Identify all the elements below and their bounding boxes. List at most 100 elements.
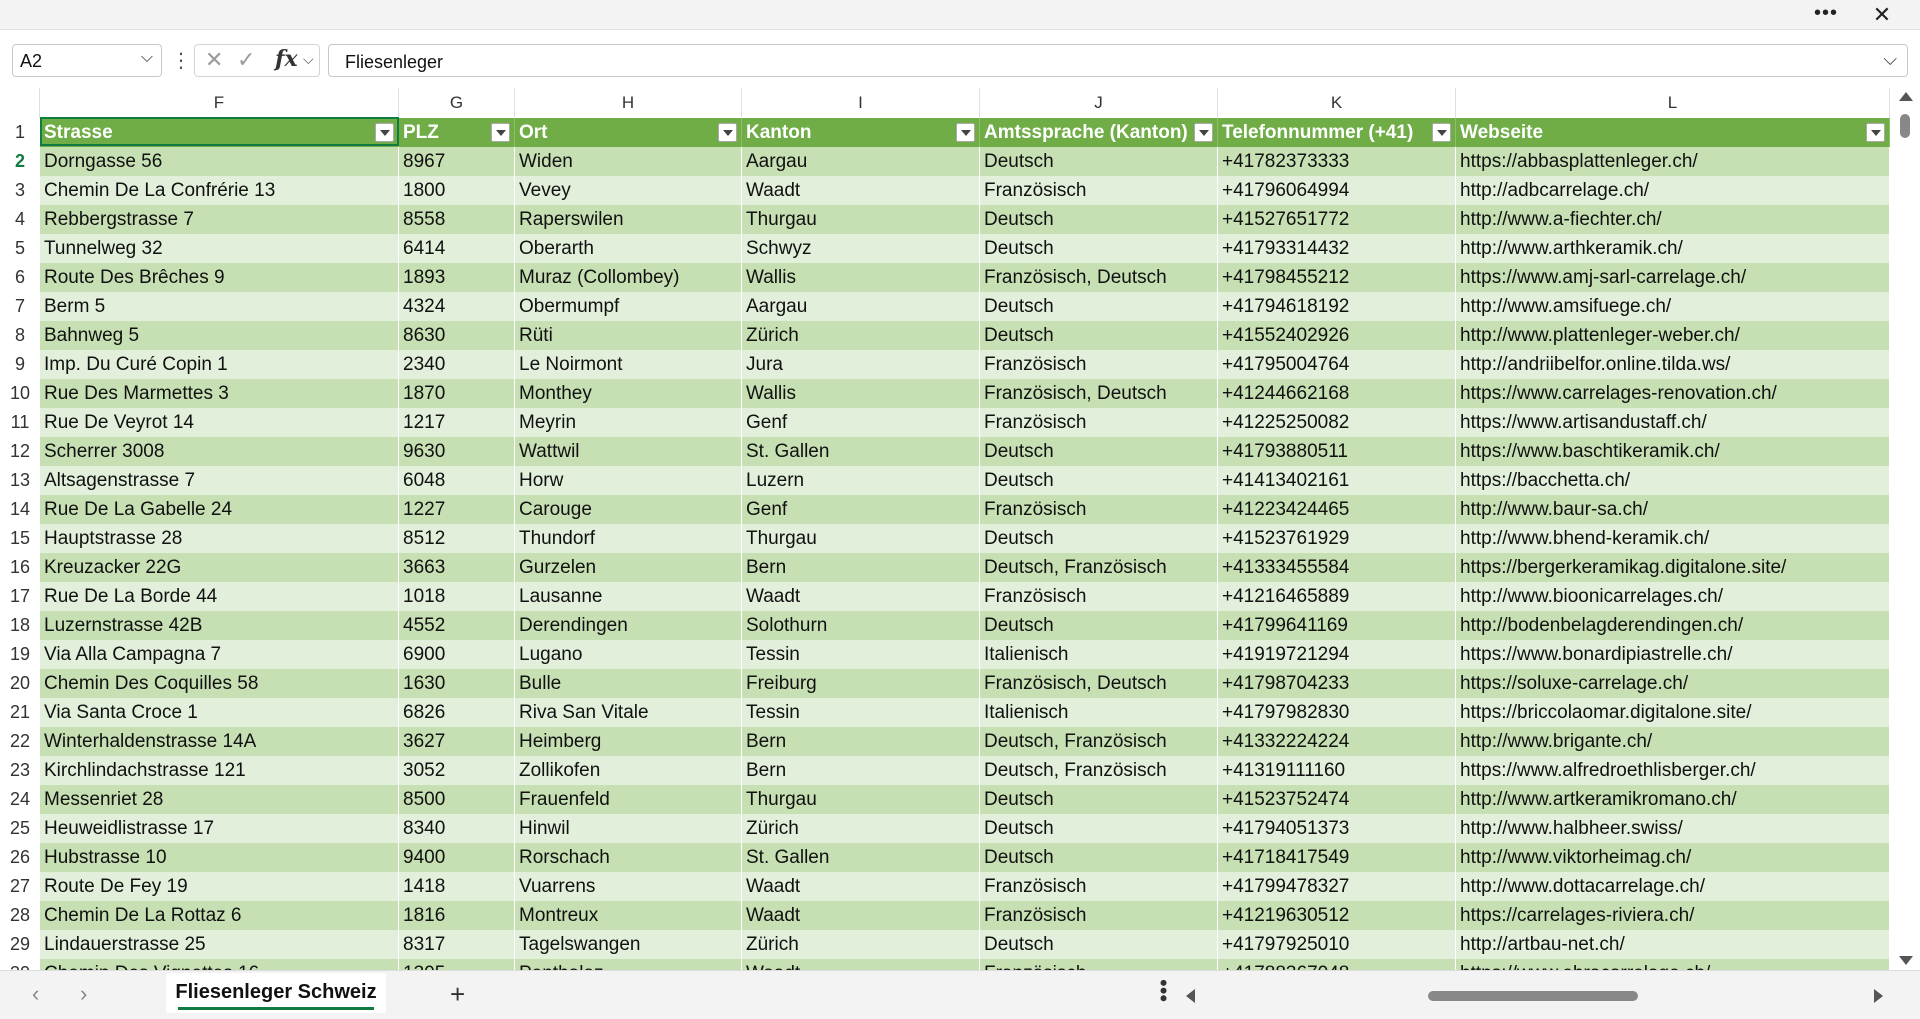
table-cell[interactable]: 6414 xyxy=(399,234,515,263)
filter-dropdown-icon[interactable] xyxy=(1866,123,1885,142)
table-cell[interactable]: Jura xyxy=(742,350,980,379)
table-cell[interactable]: +41788367048 xyxy=(1218,959,1456,970)
table-cell[interactable]: Dorngasse 56 xyxy=(40,147,399,176)
vertical-scrollbar[interactable] xyxy=(1890,88,1920,970)
table-cell[interactable]: Zürich xyxy=(742,814,980,843)
table-cell[interactable]: 1800 xyxy=(399,176,515,205)
table-cell[interactable]: Heuweidlistrasse 17 xyxy=(40,814,399,843)
table-cell[interactable]: Scherrer 3008 xyxy=(40,437,399,466)
table-cell[interactable]: https://soluxe-carrelage.ch/ xyxy=(1456,669,1890,698)
table-cell[interactable]: +41332224224 xyxy=(1218,727,1456,756)
table-cell[interactable]: Deutsch xyxy=(980,930,1218,959)
table-cell[interactable]: Lindauerstrasse 25 xyxy=(40,930,399,959)
table-cell[interactable]: Französisch, Deutsch xyxy=(980,669,1218,698)
table-cell[interactable]: +41319111160 xyxy=(1218,756,1456,785)
table-cell[interactable]: Italienisch xyxy=(980,640,1218,669)
table-cell[interactable]: Deutsch xyxy=(980,234,1218,263)
table-cell[interactable]: https://www.amj-sarl-carrelage.ch/ xyxy=(1456,263,1890,292)
table-cell[interactable]: Deutsch xyxy=(980,292,1218,321)
table-cell[interactable]: Solothurn xyxy=(742,611,980,640)
column-header-f[interactable]: F xyxy=(40,88,399,118)
table-cell[interactable]: Genf xyxy=(742,408,980,437)
table-cell[interactable]: http://www.halbheer.swiss/ xyxy=(1456,814,1890,843)
table-cell[interactable]: Heimberg xyxy=(515,727,742,756)
table-cell[interactable]: Französisch xyxy=(980,582,1218,611)
table-cell[interactable]: St. Gallen xyxy=(742,437,980,466)
table-cell[interactable]: +41799478327 xyxy=(1218,872,1456,901)
table-cell[interactable]: Genf xyxy=(742,495,980,524)
table-cell[interactable]: https://www.baschtikeramik.ch/ xyxy=(1456,437,1890,466)
table-cell[interactable]: Deutsch xyxy=(980,785,1218,814)
table-cell[interactable]: https://www.ebracarrelage.ch/ xyxy=(1456,959,1890,970)
chevron-down-icon[interactable]: ⌵ xyxy=(303,51,314,68)
table-cell[interactable]: Aargau xyxy=(742,292,980,321)
table-cell[interactable]: Luzern xyxy=(742,466,980,495)
table-cell[interactable]: Deutsch, Französisch xyxy=(980,553,1218,582)
table-cell[interactable]: Französisch xyxy=(980,350,1218,379)
table-cell[interactable]: http://www.a-fiechter.ch/ xyxy=(1456,205,1890,234)
filter-dropdown-icon[interactable] xyxy=(718,123,737,142)
table-cell[interactable]: Thurgau xyxy=(742,785,980,814)
table-cell[interactable]: 8512 xyxy=(399,524,515,553)
table-cell[interactable]: Französisch xyxy=(980,176,1218,205)
table-cell[interactable]: Rebbergstrasse 7 xyxy=(40,205,399,234)
table-cell[interactable]: Frauenfeld xyxy=(515,785,742,814)
table-cell[interactable]: Obermumpf xyxy=(515,292,742,321)
column-header-h[interactable]: H xyxy=(515,88,742,118)
table-cell[interactable]: Schwyz xyxy=(742,234,980,263)
table-cell[interactable]: 3052 xyxy=(399,756,515,785)
table-cell[interactable]: +41794618192 xyxy=(1218,292,1456,321)
table-cell[interactable]: http://www.viktorheimag.ch/ xyxy=(1456,843,1890,872)
table-cell[interactable]: Zürich xyxy=(742,321,980,350)
table-cell[interactable]: 1630 xyxy=(399,669,515,698)
table-cell[interactable]: Gurzelen xyxy=(515,553,742,582)
table-cell[interactable]: +41244662168 xyxy=(1218,379,1456,408)
row-number[interactable]: 14 xyxy=(0,495,40,524)
table-cell[interactable]: Carouge xyxy=(515,495,742,524)
table-cell[interactable]: Waadt xyxy=(742,582,980,611)
table-cell[interactable]: 9630 xyxy=(399,437,515,466)
column-header-l[interactable]: L xyxy=(1456,88,1890,118)
table-cell[interactable]: Deutsch xyxy=(980,466,1218,495)
formula-input[interactable]: Fliesenleger ⌵ xyxy=(328,44,1908,77)
table-cell[interactable]: Freiburg xyxy=(742,669,980,698)
table-cell[interactable]: http://www.plattenleger-weber.ch/ xyxy=(1456,321,1890,350)
table-cell[interactable]: http://www.amsifuege.ch/ xyxy=(1456,292,1890,321)
table-cell[interactable]: Wattwil xyxy=(515,437,742,466)
table-cell[interactable]: http://www.dottacarrelage.ch/ xyxy=(1456,872,1890,901)
column-header-j[interactable]: J xyxy=(980,88,1218,118)
table-cell[interactable]: Via Alla Campagna 7 xyxy=(40,640,399,669)
table-cell[interactable]: Horw xyxy=(515,466,742,495)
table-cell[interactable]: Raperswilen xyxy=(515,205,742,234)
table-cell[interactable]: http://www.baur-sa.ch/ xyxy=(1456,495,1890,524)
table-cell[interactable]: 4324 xyxy=(399,292,515,321)
table-cell[interactable]: 6900 xyxy=(399,640,515,669)
table-cell[interactable]: Französisch xyxy=(980,872,1218,901)
table-header-cell[interactable]: Amtssprache (Kanton) xyxy=(980,118,1218,147)
table-cell[interactable]: Waadt xyxy=(742,959,980,970)
scroll-up-icon[interactable] xyxy=(1899,92,1913,101)
table-cell[interactable]: Französisch xyxy=(980,408,1218,437)
table-cell[interactable]: http://adbcarrelage.ch/ xyxy=(1456,176,1890,205)
table-cell[interactable]: Luzernstrasse 42B xyxy=(40,611,399,640)
table-cell[interactable]: +41333455584 xyxy=(1218,553,1456,582)
table-cell[interactable]: https://carrelages-riviera.ch/ xyxy=(1456,901,1890,930)
row-number[interactable]: 10 xyxy=(0,379,40,408)
column-header-i[interactable]: I xyxy=(742,88,980,118)
table-cell[interactable]: +41796064994 xyxy=(1218,176,1456,205)
table-cell[interactable]: Bulle xyxy=(515,669,742,698)
table-cell[interactable]: Deutsch xyxy=(980,437,1218,466)
row-number[interactable]: 13 xyxy=(0,466,40,495)
formula-bar-options-icon[interactable]: ⋮ xyxy=(171,48,191,73)
table-cell[interactable]: https://abbasplattenleger.ch/ xyxy=(1456,147,1890,176)
table-cell[interactable]: Derendingen xyxy=(515,611,742,640)
table-cell[interactable]: https://www.artisandustaff.ch/ xyxy=(1456,408,1890,437)
table-cell[interactable]: http://andriibelfor.online.tilda.ws/ xyxy=(1456,350,1890,379)
table-cell[interactable]: Oberarth xyxy=(515,234,742,263)
table-cell[interactable]: https://bacchetta.ch/ xyxy=(1456,466,1890,495)
table-cell[interactable]: Aargau xyxy=(742,147,980,176)
scroll-right-icon[interactable] xyxy=(1874,989,1883,1003)
table-cell[interactable]: Französisch, Deutsch xyxy=(980,379,1218,408)
table-cell[interactable]: Rue De Veyrot 14 xyxy=(40,408,399,437)
table-cell[interactable]: Zollikofen xyxy=(515,756,742,785)
